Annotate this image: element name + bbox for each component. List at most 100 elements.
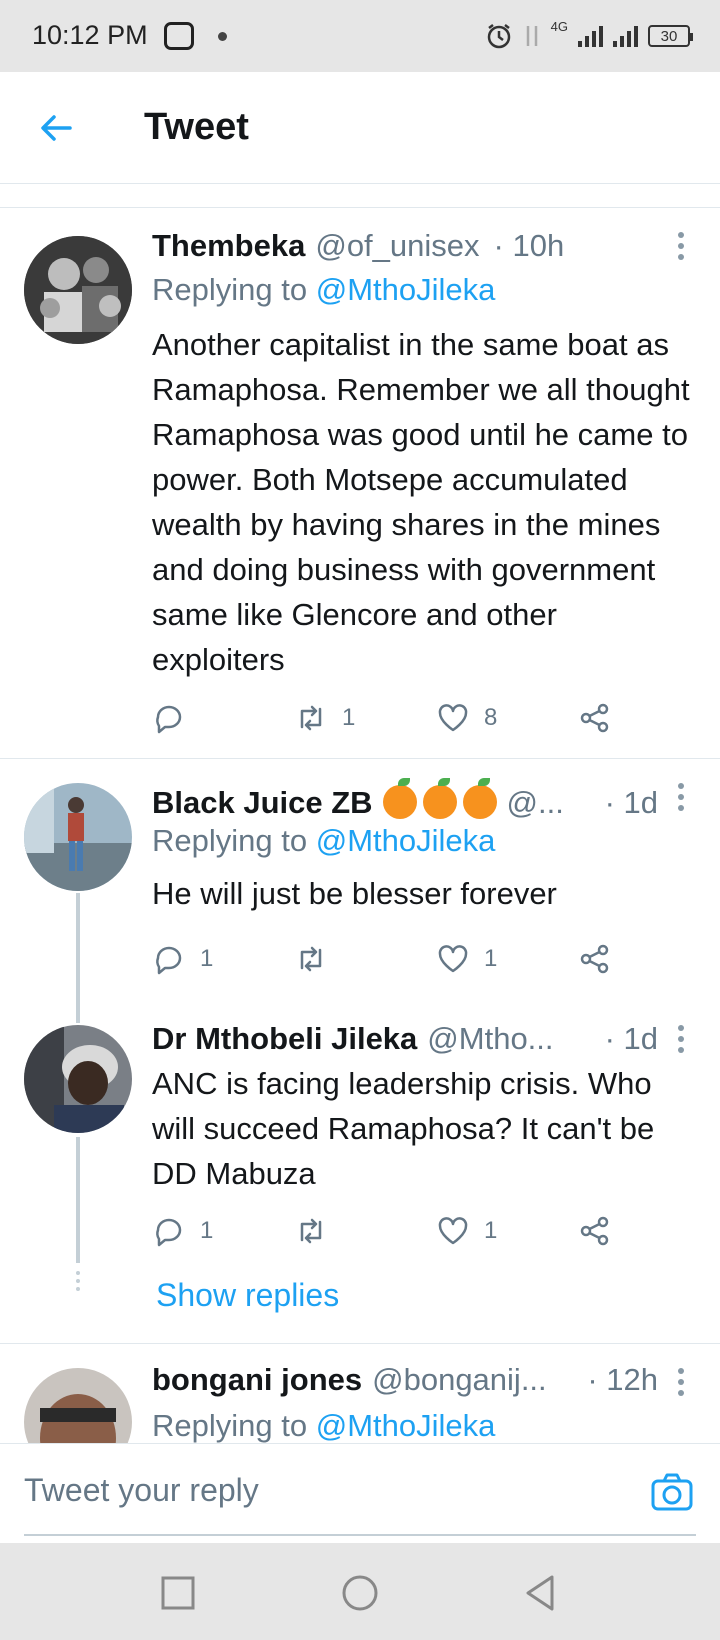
battery-icon: 30 [648,25,693,47]
share-icon [580,1216,609,1246]
replying-to: Replying to @MthoJileka [152,1408,495,1443]
notification-dot-icon [218,32,227,41]
status-bar: 10:12 PM 4G 30 [0,0,720,72]
reply-icon [156,1218,182,1247]
more-options-icon[interactable] [678,232,686,260]
like-count: 1 [484,1217,498,1244]
more-options-icon[interactable] [678,783,686,811]
author-handle[interactable]: @... [507,785,564,821]
tweet-header: Black Juice ZB @... · 1d [152,778,658,821]
tweet-time: · 1d [604,1021,658,1056]
reply-button[interactable]: 1 [152,939,213,979]
avatar-image [24,1025,132,1133]
reply-icon [156,705,182,734]
replying-to-label: Replying to [152,823,316,858]
share-icon [580,944,609,974]
replying-to: Replying to @MthoJileka [152,272,495,308]
avatar[interactable] [24,236,132,344]
thread-line [76,893,80,1023]
share-button[interactable] [578,698,612,738]
tweet-header: Dr Mthobeli Jileka @Mtho... · 1d [152,1021,658,1061]
avatar-image [24,236,132,344]
tweet-time: · 12h [587,1362,658,1397]
tweet-actions: 1 1 [152,939,632,979]
replying-to-link[interactable]: @MthoJileka [316,272,496,307]
reply-input[interactable]: Tweet your reply [24,1472,259,1509]
system-navigation-bar [0,1543,720,1640]
retweet-icon [300,1218,322,1244]
reply-button[interactable]: 1 [152,1211,213,1251]
replying-to-link[interactable]: @MthoJileka [316,823,496,858]
author-handle[interactable]: @of_unisex [315,228,479,264]
page-title: Tweet [144,106,249,148]
signal-icon [578,25,603,47]
like-button[interactable]: 8 [436,698,497,738]
reply-composer: Tweet your reply [0,1443,720,1543]
recent-apps-icon[interactable] [158,1573,198,1613]
thread-line [76,1137,80,1263]
orange-emoji-icon [382,778,497,819]
share-button[interactable] [578,939,612,979]
tweet-header: Thembeka @of_unisex · 10h [152,228,658,268]
camera-icon[interactable] [650,1472,694,1512]
tweet-header: bongani jones @bonganij... · 12h [152,1362,658,1402]
tweet-text: ANC is facing leadership crisis. Who wil… [152,1066,655,1191]
share-button[interactable] [578,1211,612,1251]
reply-count: 1 [200,1217,214,1244]
top-app-bar: Tweet [0,72,720,184]
tweet-text: Another capitalist in the same boat as R… [152,327,690,677]
author-handle[interactable]: @Mtho... [427,1021,553,1057]
avatar-image [24,1368,132,1443]
retweet-count: 1 [342,704,356,731]
reply-count: 1 [200,945,214,972]
like-button[interactable]: 1 [436,939,497,979]
battery-level: 30 [660,27,678,45]
avatar[interactable] [24,783,132,891]
like-count: 1 [484,945,498,972]
home-icon[interactable] [340,1573,380,1613]
back-nav-icon[interactable] [520,1573,560,1613]
tweet-item[interactable]: Thembeka @of_unisex · 10h Replying to @M… [0,208,720,758]
author-name[interactable]: Black Juice ZB [152,785,373,821]
retweet-button[interactable]: 1 [294,698,355,738]
avatar-image [24,783,132,891]
network-type: 4G [550,18,568,34]
tweet-actions: 1 1 [152,1211,632,1251]
replying-to: Replying to @MthoJileka [152,823,495,859]
reply-button[interactable] [152,698,200,738]
retweet-icon [300,705,322,731]
input-underline [24,1534,696,1536]
replying-to-link[interactable]: @MthoJileka [316,1408,496,1443]
like-button[interactable]: 1 [436,1211,497,1251]
back-arrow-icon[interactable] [36,108,76,148]
tweet-item[interactable]: Black Juice ZB @... · 1d Replying to @Mt… [0,759,720,1023]
tweet-item[interactable]: Dr Mthobeli Jileka @Mtho... · 1d ANC is … [0,1009,720,1343]
tweet-actions: 1 8 [152,698,632,738]
show-replies-link[interactable]: Show replies [156,1277,339,1314]
avatar[interactable] [24,1368,132,1443]
author-name[interactable]: Dr Mthobeli Jileka [152,1021,417,1057]
tweet-time: · 10h [493,228,565,263]
status-time: 10:12 PM [32,20,148,50]
author-name[interactable]: bongani jones [152,1362,362,1398]
avatar[interactable] [24,1025,132,1133]
tweet-time: · 1d [604,785,658,820]
tweet-item[interactable]: bongani jones @bonganij... · 12h Replyin… [0,1344,720,1443]
author-name[interactable]: Thembeka [152,228,305,264]
tweet-text: He will just be blesser forever [152,876,557,911]
replying-to-label: Replying to [152,272,316,307]
retweet-button[interactable] [294,1211,342,1251]
retweet-button[interactable] [294,939,342,979]
heart-icon [438,704,468,732]
thread-dots [76,1271,80,1295]
app-notification-icon [164,22,194,50]
more-options-icon[interactable] [678,1025,686,1053]
author-handle[interactable]: @bonganij... [372,1362,547,1398]
retweet-icon [300,946,322,972]
more-options-icon[interactable] [678,1368,686,1396]
heart-icon [438,945,468,973]
reply-icon [156,946,182,975]
status-icons: 4G 30 [485,18,693,52]
signal-icon-2 [613,25,638,47]
share-icon [580,703,609,733]
